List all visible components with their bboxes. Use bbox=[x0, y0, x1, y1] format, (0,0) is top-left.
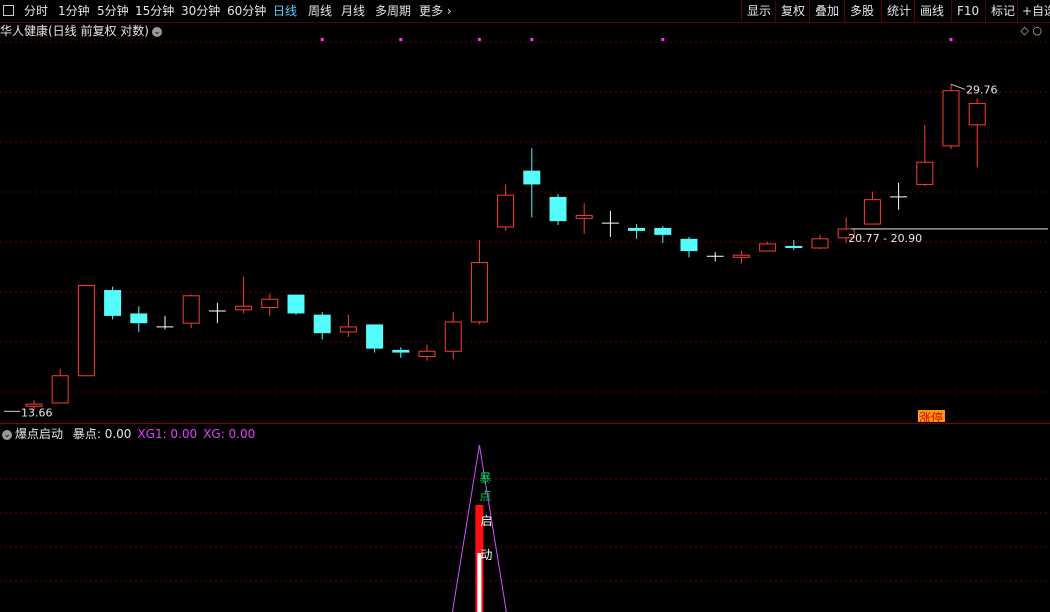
panel-toggle-icon[interactable] bbox=[3, 5, 14, 16]
toolbar-separator bbox=[809, 0, 810, 22]
candle-body bbox=[130, 313, 148, 324]
candle-body bbox=[339, 326, 357, 333]
toolbar-button[interactable]: 显示 bbox=[747, 2, 771, 20]
signal-marker bbox=[399, 38, 403, 41]
candle-body bbox=[77, 285, 95, 377]
toolbar-separator bbox=[951, 0, 952, 22]
period-tab[interactable]: 月线 bbox=[341, 2, 365, 20]
candle-body bbox=[104, 290, 122, 316]
toolbar-button[interactable]: 叠加 bbox=[815, 2, 839, 20]
candle-body bbox=[287, 294, 305, 314]
candle-body bbox=[51, 375, 69, 404]
candle-body bbox=[392, 349, 410, 353]
period-tab[interactable]: 30分钟 bbox=[181, 2, 220, 20]
limit-up-label: 涨停 bbox=[919, 410, 943, 422]
toolbar-button[interactable]: 复权 bbox=[781, 2, 805, 20]
toolbar-button[interactable]: 画线 bbox=[920, 2, 944, 20]
candlestick-chart[interactable]: 29.76 13.66 20.77 - 20.90 涨停 bbox=[0, 22, 1050, 422]
candle-body bbox=[811, 238, 829, 249]
candle-body bbox=[497, 194, 515, 228]
signal-text-start: 启 bbox=[480, 514, 492, 528]
period-tab[interactable]: 多周期 bbox=[375, 2, 411, 20]
candle-body bbox=[628, 227, 646, 231]
signal-text-start: 动 bbox=[480, 548, 492, 562]
toolbar-button[interactable]: 多股 bbox=[850, 2, 874, 20]
candle-body bbox=[575, 214, 593, 219]
candle-body bbox=[313, 314, 331, 334]
toolbar-button[interactable]: 统计 bbox=[887, 2, 911, 20]
period-tab[interactable]: 1分钟 bbox=[58, 2, 90, 20]
toolbar-button[interactable]: 标记 bbox=[991, 2, 1015, 20]
toolbar-separator bbox=[775, 0, 776, 22]
candle-body bbox=[654, 227, 672, 235]
period-toolbar: 分时 1分钟 5分钟 15分钟 30分钟 60分钟 日线 周线 月线 多周期 更多 › 显示 复权 叠加… bbox=[0, 0, 1050, 23]
period-tab[interactable]: 15分钟 bbox=[135, 2, 174, 20]
candle-body bbox=[942, 90, 960, 147]
candle-body bbox=[182, 295, 200, 324]
signal-marker bbox=[320, 38, 324, 41]
period-tab[interactable]: 5分钟 bbox=[97, 2, 129, 20]
indicator-chart[interactable]: 暴点启动 bbox=[0, 423, 1050, 612]
high-label: 29.76 bbox=[966, 83, 998, 96]
signal-text-burst: 点 bbox=[479, 489, 491, 503]
candle-body bbox=[863, 199, 881, 225]
candle-body bbox=[680, 238, 698, 252]
range-label: 20.77 - 20.90 bbox=[848, 232, 922, 245]
signal-marker bbox=[477, 38, 481, 41]
period-tab[interactable]: 周线 bbox=[308, 2, 332, 20]
toolbar-button[interactable]: +自选 bbox=[1022, 2, 1050, 20]
candle-body bbox=[261, 298, 279, 308]
candle-body bbox=[732, 254, 750, 258]
signal-marker bbox=[661, 38, 665, 41]
period-tab[interactable]: 60分钟 bbox=[227, 2, 266, 20]
low-label: 13.66 bbox=[21, 406, 53, 419]
signal-text-burst: 暴 bbox=[479, 471, 491, 485]
toolbar-button[interactable]: F10 bbox=[957, 2, 979, 20]
candle-body bbox=[968, 102, 986, 126]
chevron-right-icon: › bbox=[443, 4, 452, 18]
toolbar-separator bbox=[985, 0, 986, 22]
toolbar-separator bbox=[914, 0, 915, 22]
signal-marker bbox=[530, 38, 534, 41]
toolbar-separator bbox=[881, 0, 882, 22]
period-tab[interactable]: 日线 bbox=[273, 2, 297, 20]
candle-body bbox=[549, 196, 567, 222]
candle-body bbox=[759, 243, 777, 252]
candle-body bbox=[470, 262, 488, 323]
candle-body bbox=[366, 324, 384, 349]
period-tab[interactable]: 分时 bbox=[24, 2, 48, 20]
candle-body bbox=[523, 170, 541, 185]
candle-body bbox=[418, 350, 436, 358]
toolbar-separator bbox=[741, 0, 742, 22]
period-tab[interactable]: 更多 › bbox=[419, 2, 452, 20]
candle-body bbox=[235, 305, 253, 311]
signal-marker bbox=[949, 38, 953, 41]
toolbar-separator bbox=[1017, 0, 1018, 22]
toolbar-separator bbox=[844, 0, 845, 22]
candle-body bbox=[785, 245, 803, 248]
high-pointer bbox=[950, 83, 966, 90]
candle-body bbox=[444, 321, 462, 352]
candle-body bbox=[916, 161, 934, 185]
